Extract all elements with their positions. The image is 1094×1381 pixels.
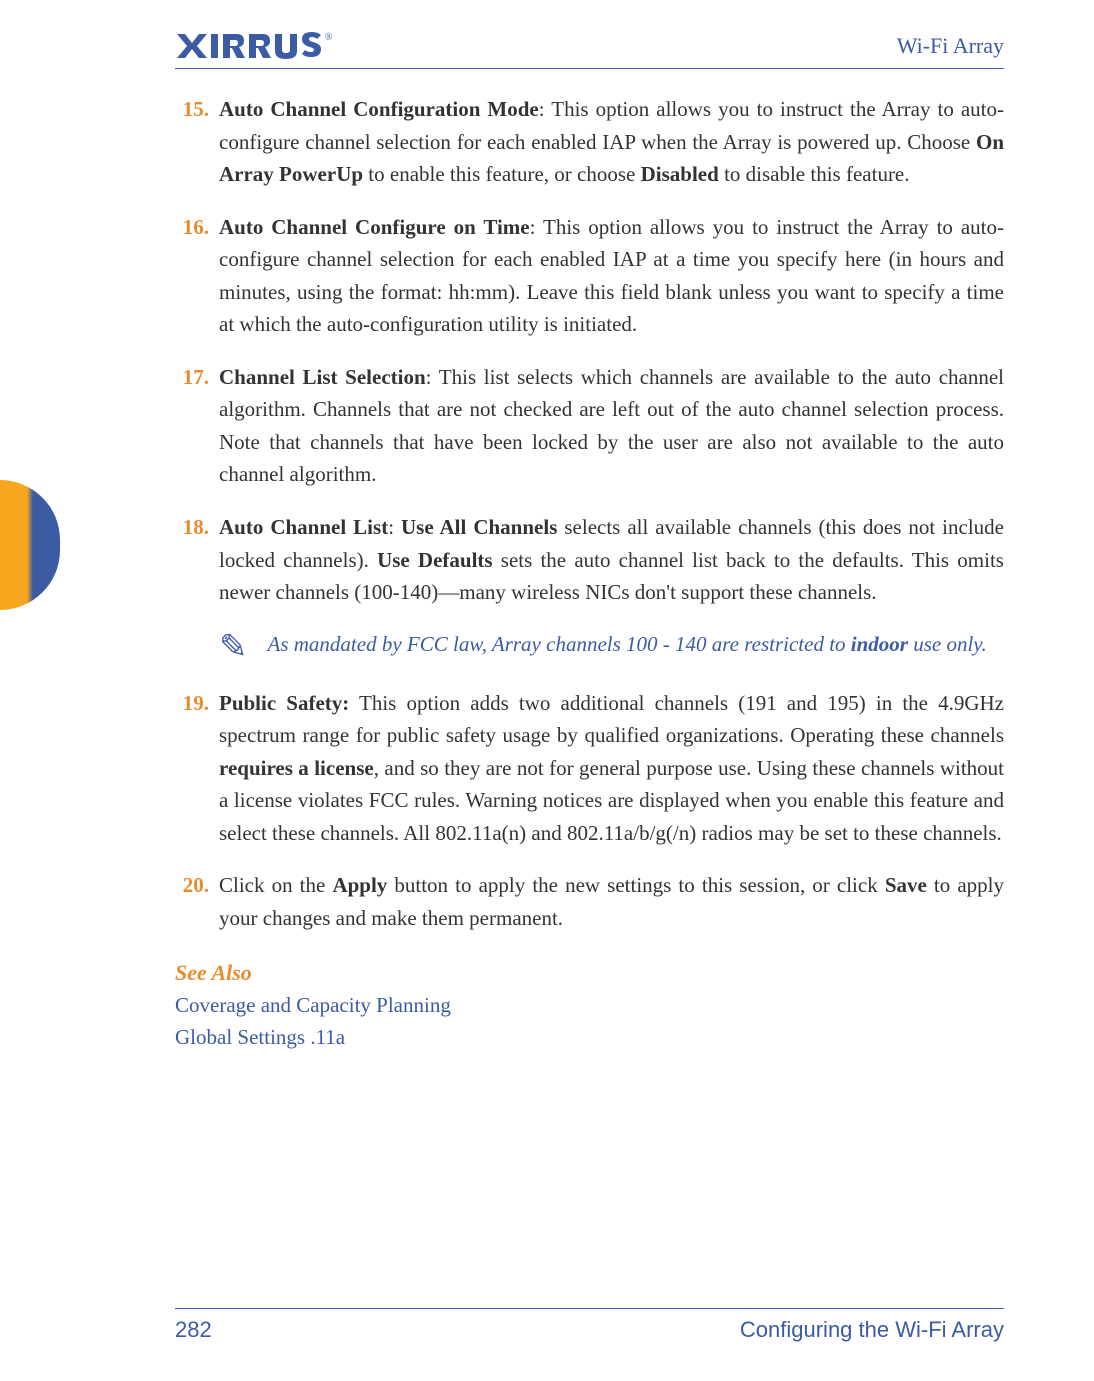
list-num: 16.: [175, 211, 219, 341]
logo: ®: [175, 30, 335, 62]
list-num: 19.: [175, 687, 219, 850]
list-num: 18.: [175, 511, 219, 609]
list-body: Auto Channel Configure on Time: This opt…: [219, 211, 1004, 341]
list-item-18: 18. Auto Channel List: Use All Channels …: [175, 511, 1004, 609]
list-num: 15.: [175, 93, 219, 191]
list-item-19: 19. Public Safety: This option adds two …: [175, 687, 1004, 850]
list-body: Auto Channel Configuration Mode: This op…: [219, 93, 1004, 191]
list-body: Channel List Selection: This list select…: [219, 361, 1004, 491]
side-tab: [0, 480, 60, 610]
note-text: As mandated by FCC law, Array channels 1…: [268, 629, 987, 661]
footer-title: Configuring the Wi-Fi Array: [740, 1317, 1004, 1343]
hand-write-icon: ✎: [219, 631, 248, 665]
see-also-header: See Also: [175, 960, 1004, 986]
list-num: 17.: [175, 361, 219, 491]
list-item-20: 20. Click on the Apply button to apply t…: [175, 869, 1004, 934]
list-item-16: 16. Auto Channel Configure on Time: This…: [175, 211, 1004, 341]
page-header: ® Wi-Fi Array: [175, 30, 1004, 69]
page-number: 282: [175, 1317, 212, 1343]
see-also-link-global[interactable]: Global Settings .11a: [175, 1022, 1004, 1054]
see-also-link-coverage[interactable]: Coverage and Capacity Planning: [175, 990, 1004, 1022]
list-body: Click on the Apply button to apply the n…: [219, 869, 1004, 934]
list-body: Auto Channel List: Use All Channels sele…: [219, 511, 1004, 609]
svg-text:®: ®: [325, 32, 333, 43]
list-body: Public Safety: This option adds two addi…: [219, 687, 1004, 850]
header-title: Wi-Fi Array: [897, 33, 1004, 59]
page-footer: 282 Configuring the Wi-Fi Array: [175, 1308, 1004, 1343]
list-item-17: 17. Channel List Selection: This list se…: [175, 361, 1004, 491]
note-box: ✎ As mandated by FCC law, Array channels…: [219, 629, 1004, 665]
list-item-15: 15. Auto Channel Configuration Mode: Thi…: [175, 93, 1004, 191]
list-num: 20.: [175, 869, 219, 934]
